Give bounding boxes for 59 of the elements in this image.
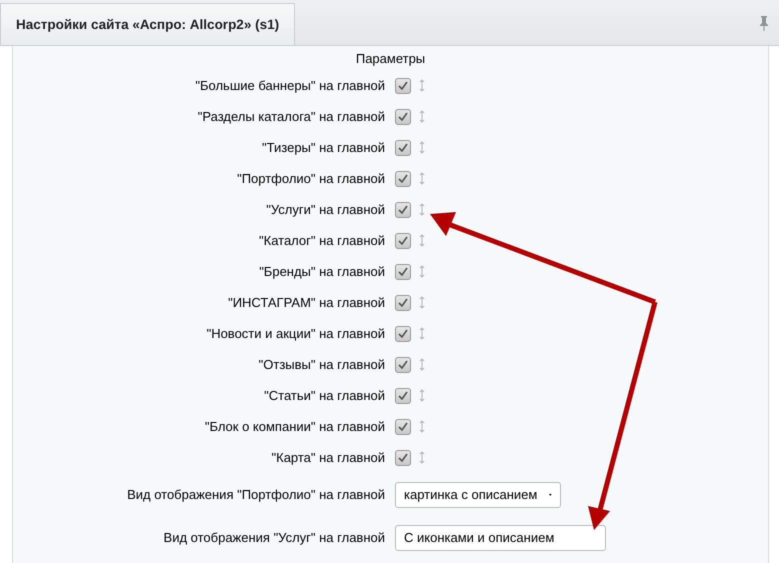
checkmark-icon <box>398 81 408 90</box>
option-label: "Блок о компании" на главной <box>204 419 385 434</box>
checkmark-icon <box>398 143 408 152</box>
option-label: "Бренды" на главной <box>258 264 385 279</box>
option-label: "Новости и акции" на главной <box>206 326 385 341</box>
checkmark-icon <box>398 453 408 462</box>
checkmark-icon <box>398 174 408 183</box>
checkbox[interactable] <box>395 356 411 372</box>
option-label: "Услуги" на главной <box>265 202 385 217</box>
reorder-icon[interactable] <box>419 327 425 340</box>
pin-icon[interactable] <box>759 14 769 30</box>
checkmark-icon <box>398 205 408 214</box>
checkmark-icon <box>398 329 408 338</box>
reorder-icon[interactable] <box>419 234 425 247</box>
reorder-icon[interactable] <box>419 79 425 92</box>
option-label: "Статьи" на главной <box>263 388 385 403</box>
reorder-icon[interactable] <box>419 265 425 278</box>
option-label: "Отзывы" на главной <box>258 357 385 372</box>
checkbox[interactable] <box>395 140 411 156</box>
option-label: "Разделы каталога" на главной <box>196 109 385 124</box>
reorder-icon[interactable] <box>419 296 425 309</box>
checkbox[interactable] <box>395 78 411 94</box>
checkmark-icon <box>398 267 408 276</box>
checkbox[interactable] <box>395 450 411 466</box>
option-label: "Портфолио" на главной <box>236 171 385 186</box>
option-label: "Тизеры" на главной <box>261 140 385 155</box>
checkbox[interactable] <box>395 388 411 404</box>
option-label: "Большие баннеры" на главной <box>194 78 385 93</box>
checkmark-icon <box>398 298 408 307</box>
checkbox[interactable] <box>395 326 411 342</box>
reorder-icon[interactable] <box>419 141 425 154</box>
option-label: "Каталог" на главной <box>258 233 385 248</box>
checkbox[interactable] <box>395 108 411 124</box>
option-label: "Карта" на главной <box>270 450 385 465</box>
reorder-icon[interactable] <box>419 172 425 185</box>
section-title: Параметры <box>354 50 426 68</box>
settings-tab[interactable]: Настройки сайта «Аспро: Allcorp2» (s1) <box>0 3 296 45</box>
option-label: "ИНСТАГРАМ" на главной <box>227 295 385 310</box>
field-label: Вид отображения "Портфолио" на главной <box>126 487 385 502</box>
checkbox[interactable] <box>395 170 411 186</box>
checkmark-icon <box>398 391 408 400</box>
checkbox[interactable] <box>395 418 411 434</box>
checkmark-icon <box>398 360 408 369</box>
checkbox[interactable] <box>395 264 411 280</box>
checkmark-icon <box>398 422 408 431</box>
checkmark-icon <box>398 112 408 121</box>
field-label: Вид отображения "Услуг" на главной <box>162 530 385 545</box>
reorder-icon[interactable] <box>419 420 425 433</box>
checkbox[interactable] <box>395 202 411 218</box>
display-field[interactable]: С иконками и описанием <box>395 524 606 550</box>
reorder-icon[interactable] <box>419 451 425 464</box>
reorder-icon[interactable] <box>419 203 425 216</box>
reorder-icon[interactable] <box>419 389 425 402</box>
checkmark-icon <box>398 236 408 245</box>
checkbox[interactable] <box>395 232 411 248</box>
checkbox[interactable] <box>395 294 411 310</box>
reorder-icon[interactable] <box>419 110 425 123</box>
reorder-icon[interactable] <box>419 358 425 371</box>
display-select[interactable]: картинка с описанием <box>395 482 561 508</box>
